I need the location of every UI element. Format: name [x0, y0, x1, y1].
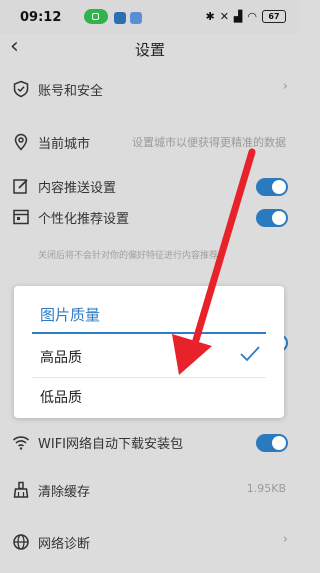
settings-item-label: 内容推送设置: [38, 181, 117, 196]
signal-icon: ▟: [233, 10, 243, 23]
gallery-notification-icon: [130, 12, 142, 24]
settings-item-label: 个性化推荐设置: [38, 212, 130, 227]
page-title: 设置: [134, 41, 165, 59]
current-city-hint: 设置城市以便获得更精准的数据: [132, 136, 286, 149]
title-bar: ‹ 设置: [0, 34, 300, 64]
dialog-title: 图片质量: [40, 306, 101, 324]
chevron-right-icon: ›: [282, 532, 288, 547]
app-notification-icon: [114, 12, 126, 24]
option-high-quality[interactable]: 高品质: [14, 336, 284, 376]
push-toggle[interactable]: [256, 178, 288, 196]
settings-item-network-diagnosis[interactable]: 网络诊断 ›: [0, 521, 300, 565]
cache-size: 1.95KB: [246, 482, 286, 495]
option-label: 低品质: [40, 390, 82, 406]
settings-item-label: 当前城市: [38, 137, 91, 152]
settings-item-label: 网络诊断: [38, 537, 91, 552]
settings-item-clear-cache[interactable]: 清除缓存 1.95KB: [0, 469, 300, 513]
settings-item-label: WIFI网络自动下载安装包: [38, 437, 183, 452]
location-pin-icon: [14, 133, 28, 151]
broom-icon: [13, 481, 29, 498]
image-quality-dialog: 图片质量 高品质 低品质: [14, 286, 284, 418]
option-label: 高品质: [40, 350, 82, 366]
settings-item-wifi-download[interactable]: WIFI网络自动下载安装包: [0, 421, 300, 465]
settings-item-label: 账号和安全: [38, 84, 104, 99]
settings-item-account-security[interactable]: 账号和安全 ›: [0, 68, 300, 112]
shield-icon: [13, 80, 29, 98]
edit-icon: [13, 179, 28, 194]
wifi-download-toggle[interactable]: [256, 434, 288, 452]
bluetooth-icon: ✱: [205, 10, 215, 23]
settings-item-current-city[interactable]: 当前城市 设置城市以便获得更精准的数据: [0, 121, 300, 165]
globe-icon: [13, 534, 29, 550]
status-time: 09:12: [20, 10, 62, 25]
call-indicator-icon: [84, 9, 108, 24]
settings-item-label: 清除缓存: [38, 485, 91, 500]
status-indicators: ✱ ✕ ▟ ◠ 67: [205, 10, 286, 23]
dialog-title-divider: [32, 332, 266, 334]
checkmark-icon: [240, 346, 260, 362]
mute-icon: ✕: [219, 10, 229, 23]
personalized-toggle[interactable]: [256, 209, 288, 227]
chevron-right-icon: ›: [282, 79, 288, 94]
option-low-quality[interactable]: 低品质: [14, 376, 284, 416]
personalized-hint: 关闭后将不会针对你的偏好特征进行内容推荐: [38, 251, 219, 261]
battery-icon: 67: [262, 10, 286, 23]
window-icon: [13, 209, 29, 225]
wifi-status-icon: ◠: [247, 10, 257, 23]
status-bar: 09:12 ✱ ✕ ▟ ◠ 67: [0, 0, 300, 34]
wifi-icon: [12, 436, 30, 450]
settings-item-personalized[interactable]: 个性化推荐设置: [0, 196, 300, 240]
